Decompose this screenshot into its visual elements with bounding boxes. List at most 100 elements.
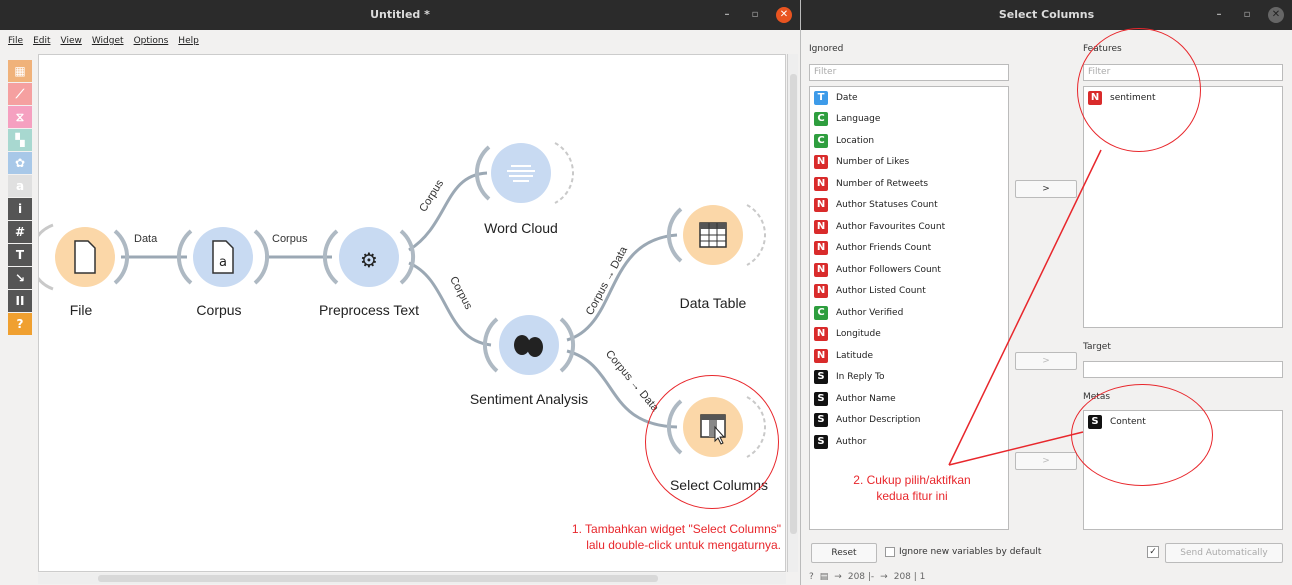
variable-item[interactable]: C Author Verified [810,302,1008,324]
ignored-filter-input[interactable]: Filter [809,64,1009,81]
canvas-vertical-scrollbar[interactable] [787,54,798,572]
move-to-target-button[interactable]: > [1015,352,1077,370]
word-cloud-label: Word Cloud [484,220,558,236]
annotation-step-2-line1: 2. Cukup pilih/aktifkan [853,473,971,487]
orange-main-window: Untitled * – ▫ ✕ File Edit View Widget Optio… [0,0,800,585]
visualize-category-icon[interactable]: ⟋ [8,83,32,105]
variable-item[interactable]: N Latitude [810,345,1008,367]
status-bar: ? ▤ → 208 |- → 208 | 1 [809,572,925,582]
corpus-widget[interactable]: a [176,227,270,287]
input-count: 208 |- [847,572,875,582]
variable-item[interactable]: S In Reply To [810,367,1008,389]
info-icon[interactable]: i [8,198,32,220]
variable-item[interactable]: S Author Description [810,410,1008,432]
reset-button[interactable]: Reset [811,543,877,563]
variable-type-n-icon: N [814,348,828,363]
data-category-icon[interactable]: ▦ [8,60,32,82]
text-mining-category-icon[interactable]: a [8,175,32,197]
variable-type-t-icon: T [814,90,828,105]
variable-item[interactable]: N Author Favourites Count [810,216,1008,238]
file-widget[interactable] [39,223,130,291]
send-automatically-button[interactable]: Send Automatically [1165,543,1283,563]
menu-options[interactable]: Options [134,36,169,52]
variable-label: Latitude [836,350,874,361]
svg-text:a: a [219,255,227,270]
variable-type-s-icon: S [814,434,828,449]
move-to-metas-button[interactable]: > [1015,452,1077,470]
unsupervised-category-icon[interactable]: ✿ [8,152,32,174]
help-status-icon[interactable]: ? [809,572,814,582]
variable-item[interactable]: N Author Followers Count [810,259,1008,281]
variable-label: Author Listed Count [836,286,926,297]
report-icon[interactable]: ▤ [820,572,829,582]
menu-edit[interactable]: Edit [33,36,50,52]
variable-type-c-icon: C [814,112,828,127]
target-field[interactable] [1083,361,1283,378]
move-to-features-button[interactable]: > [1015,180,1077,198]
text-icon[interactable]: T [8,244,32,266]
variable-type-c-icon: C [814,305,828,320]
variable-label: Longitude [836,329,881,340]
menu-widget[interactable]: Widget [92,36,124,52]
annotation-step-1: 1. Tambahkan widget "Select Columns" lal… [461,521,781,553]
variable-type-n-icon: N [814,198,828,213]
hash-icon[interactable]: # [8,221,32,243]
ignored-list[interactable]: T Date C Language C Location N Number of Likes N… [809,86,1009,530]
variable-type-s-icon: S [814,391,828,406]
variable-item[interactable]: S Author [810,431,1008,453]
link-preprocess-wordcloud[interactable] [408,171,488,252]
menu-view[interactable]: View [61,36,82,52]
menubar: File Edit View Widget Options Help [0,36,800,52]
maximize-icon[interactable]: ▫ [748,8,762,22]
output-count: 208 | 1 [893,572,926,582]
menu-help[interactable]: Help [178,36,199,52]
variable-item[interactable]: N Author Listed Count [810,281,1008,303]
variable-item[interactable]: N Longitude [810,324,1008,346]
variable-item[interactable]: C Language [810,109,1008,131]
close-icon[interactable]: ✕ [776,7,792,23]
file-icon [74,240,96,274]
variable-label: Author Verified [836,307,904,318]
minimize-icon[interactable]: – [1212,8,1226,22]
arrow-icon[interactable]: ↘ [8,267,32,289]
variable-label: Location [836,135,875,146]
variable-item[interactable]: N Author Friends Count [810,238,1008,260]
workflow-canvas[interactable]: a ⚙ File Corpus Preprocess Text Word Clo… [38,54,786,572]
close-icon[interactable]: ✕ [1268,7,1284,23]
canvas-horizontal-scrollbar[interactable] [38,573,786,584]
variable-item[interactable]: S Author Name [810,388,1008,410]
minimize-icon[interactable]: – [720,8,734,22]
main-titlebar: Untitled * – ▫ ✕ [0,0,800,30]
ignore-new-checkbox[interactable] [885,547,895,557]
maximize-icon[interactable]: ▫ [1240,8,1254,22]
word-cloud-widget[interactable] [474,142,574,204]
menu-file[interactable]: File [8,36,23,52]
variable-type-n-icon: N [814,241,828,256]
evaluate-category-icon[interactable]: ▚ [8,129,32,151]
variable-item[interactable]: C Location [810,130,1008,152]
variable-item[interactable]: N Number of Likes [810,152,1008,174]
file-widget-label: File [69,302,93,318]
link-label-corpus: Corpus [272,233,308,245]
select-columns-titlebar: Select Columns – ▫ ✕ [801,0,1292,30]
corpus-widget-label: Corpus [196,302,242,318]
variable-type-n-icon: N [814,327,828,342]
preprocess-text-widget[interactable]: ⚙ [322,227,416,287]
variable-item[interactable]: N Number of Retweets [810,173,1008,195]
target-label: Target [1083,342,1111,352]
variable-label: Number of Retweets [836,178,929,189]
model-category-icon[interactable]: ⧖ [8,106,32,128]
input-icon: → [834,572,842,582]
sentiment-analysis-widget[interactable] [482,315,576,375]
variable-type-c-icon: C [814,133,828,148]
send-automatically-checkbox[interactable]: ✓ [1147,546,1159,558]
variable-label: Number of Likes [836,157,910,168]
widget-toolbox: ▦ ⟋ ⧖ ▚ ✿ a i # T ↘ II? [8,60,34,336]
data-table-widget[interactable] [666,204,766,266]
sentiment-analysis-label: Sentiment Analysis [469,391,589,407]
variable-item[interactable]: T Date [810,87,1008,109]
ignored-label: Ignored [809,44,844,54]
variable-label: In Reply To [836,372,885,383]
variable-item[interactable]: N Author Statuses Count [810,195,1008,217]
preprocess-text-label: Preprocess Text [318,302,420,318]
